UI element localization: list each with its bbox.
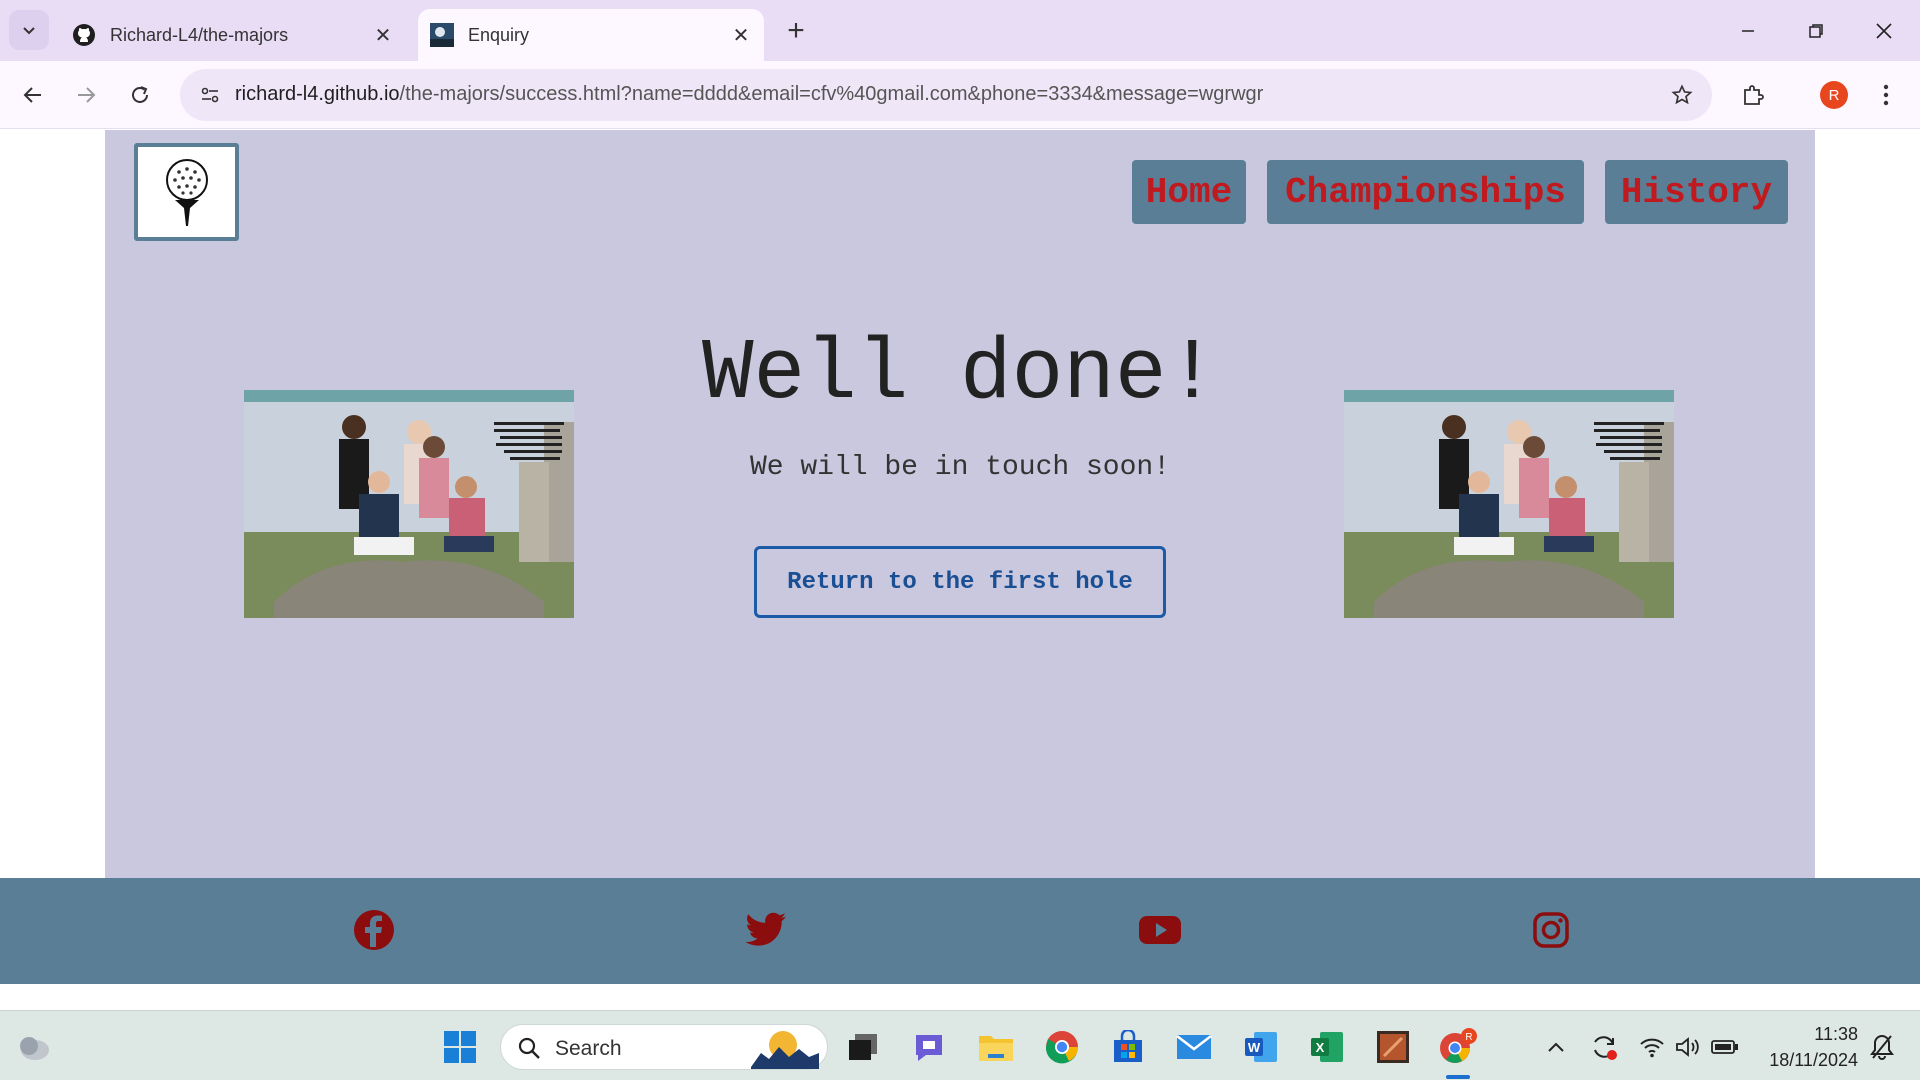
clock-date: 18/11/2024 [1769,1050,1858,1070]
notifications-bell-icon[interactable] [1862,1027,1902,1067]
bookmark-star-icon[interactable] [1666,79,1698,111]
minimize-button[interactable] [1714,0,1782,61]
address-bar[interactable]: richard-l4.github.io/the-majors/success.… [180,69,1712,121]
chrome-profile-icon[interactable]: R [1438,1027,1478,1067]
restore-button[interactable] [1782,0,1850,61]
url-path: /the-majors/success.html?name=dddd&email… [399,83,1264,105]
minimize-icon [1742,29,1754,32]
github-icon [72,23,96,47]
chrome-icon[interactable] [1042,1027,1082,1067]
browser-toolbar: richard-l4.github.io/the-majors/success.… [0,61,1920,129]
instagram-icon[interactable] [1527,906,1575,954]
close-window-button[interactable] [1850,0,1918,61]
twitter-icon[interactable] [742,906,790,954]
search-highlight-icon [751,1031,819,1069]
app-tile-icon[interactable] [1373,1027,1413,1067]
golf-champions-photo-right [1344,390,1674,618]
active-app-indicator [1446,1075,1470,1079]
search-icon [518,1037,540,1059]
youtube-icon[interactable] [1136,906,1184,954]
widgets-weather-icon[interactable] [14,1027,54,1067]
page-title: Well done! [701,325,1219,423]
wifi-icon[interactable] [1632,1027,1672,1067]
excel-icon[interactable]: X [1307,1027,1347,1067]
file-explorer-icon[interactable] [976,1027,1016,1067]
profile-avatar[interactable]: R [1816,77,1852,113]
task-view-icon[interactable] [843,1027,883,1067]
return-home-button[interactable]: Return to the first hole [754,546,1166,618]
svg-text:W: W [1248,1040,1261,1055]
teams-chat-icon[interactable] [909,1027,949,1067]
url-text: richard-l4.github.io/the-majors/success.… [235,83,1263,106]
windows-taskbar: Search W X R 11:38 18/11/2024 [0,1010,1920,1080]
tab-github[interactable]: Richard-L4/the-majors ✕ [60,9,406,61]
new-tab-button[interactable]: + [778,13,814,49]
browser-tab-bar: Richard-L4/the-majors ✕ Enquiry ✕ + [0,0,1920,61]
windows-start-icon[interactable] [440,1027,480,1067]
taskbar-search-label: Search [555,1037,622,1060]
close-icon [1876,22,1892,39]
show-hidden-icons-chevron-icon[interactable] [1536,1027,1576,1067]
close-tab-icon[interactable]: ✕ [726,20,756,50]
arrow-right-icon [78,87,96,103]
microsoft-store-icon[interactable] [1108,1027,1148,1067]
extensions-icon[interactable] [1735,77,1771,113]
word-icon[interactable]: W [1241,1027,1281,1067]
mail-icon[interactable] [1174,1027,1214,1067]
golf-champions-photo-left [244,390,574,618]
page-container: Home Championships History Well done! We… [105,130,1815,878]
svg-text:X: X [1316,1040,1325,1055]
url-host: richard-l4.github.io [235,83,400,105]
reload-icon [132,86,148,103]
sync-status-icon[interactable] [1584,1027,1624,1067]
battery-icon[interactable] [1705,1027,1745,1067]
golf-ball-on-tee-icon[interactable] [134,143,239,241]
profile-initial: R [1820,81,1848,109]
nav-home[interactable]: Home [1132,160,1246,224]
nav-championships[interactable]: Championships [1267,160,1584,224]
reload-button[interactable] [119,74,161,116]
site-info-icon[interactable] [194,79,226,111]
tab-title: Richard-L4/the-majors [110,24,289,45]
tab-search-button[interactable] [9,10,49,50]
restore-icon [1809,23,1823,38]
chevron-down-icon [23,27,35,35]
back-button[interactable] [12,74,54,116]
browser-menu-icon[interactable] [1868,77,1904,113]
forward-button[interactable] [65,74,107,116]
close-tab-icon[interactable]: ✕ [368,20,398,50]
site-footer [0,878,1920,984]
page-subtitle: We will be in touch soon! [749,452,1171,483]
nav-history[interactable]: History [1605,160,1788,224]
volume-icon[interactable] [1668,1027,1708,1067]
chrome-profile-badge-label: R [1465,1032,1472,1043]
facebook-icon[interactable] [350,906,398,954]
clock-time: 11:38 [1814,1024,1858,1044]
tab-title: Enquiry [468,24,530,45]
tab-enquiry[interactable]: Enquiry ✕ [418,9,764,61]
taskbar-search-box[interactable]: Search [500,1024,828,1070]
system-clock[interactable]: 11:38 18/11/2024 [1758,1021,1858,1073]
arrow-left-icon [23,87,41,103]
site-photo-icon [430,23,454,47]
